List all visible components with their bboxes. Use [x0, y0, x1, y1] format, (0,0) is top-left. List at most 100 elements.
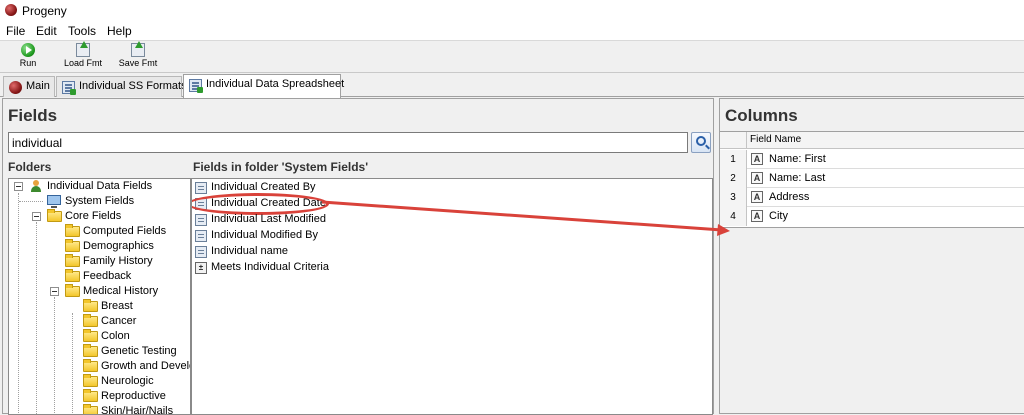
row-number: 4	[720, 207, 747, 226]
row-number: 3	[720, 188, 747, 207]
progeny-icon	[9, 81, 22, 94]
save-fmt-button[interactable]: Save Fmt	[114, 41, 162, 72]
column-field-name: Address	[769, 191, 810, 203]
field-icon	[195, 246, 207, 258]
column-field-name: Name: Last	[769, 172, 826, 184]
window-title: Progeny	[22, 4, 67, 18]
column-header-field-name[interactable]: Field Name	[750, 134, 801, 145]
table-row[interactable]: 3 A Address	[720, 188, 1024, 207]
menu-tools[interactable]: Tools	[68, 24, 96, 38]
menu-file[interactable]: File	[6, 24, 25, 38]
folder-icon	[47, 209, 62, 222]
folder-label: Breast	[101, 300, 133, 312]
text-type-icon: A	[751, 153, 763, 165]
folder-icon	[83, 344, 98, 357]
tree-line	[36, 222, 37, 414]
columns-grid[interactable]: Field Name 1 A Name: First 2 A Name: Las…	[720, 131, 1024, 228]
fields-panel: Fields Folders Fields in folder 'System …	[2, 98, 714, 415]
folders-label: Folders	[8, 160, 52, 174]
folder-icon	[83, 374, 98, 387]
table-row[interactable]: 1 A Name: First	[720, 150, 1024, 169]
collapse-toggle[interactable]	[50, 287, 59, 296]
folder-tree[interactable]: Individual Data Fields System Fields Cor…	[8, 178, 191, 415]
folder-icon	[83, 329, 98, 342]
folder-icon	[83, 299, 98, 312]
columns-panel: Columns Field Name 1 A Name: First 2 A N…	[719, 98, 1024, 414]
row-number: 1	[720, 150, 747, 169]
row-number: 2	[720, 169, 747, 188]
toolbar: Run Load Fmt Save Fmt	[0, 40, 1024, 73]
field-label: Individual name	[211, 245, 289, 257]
text-type-icon: A	[751, 172, 763, 184]
columns-title: Columns	[725, 106, 798, 125]
folder-label: Individual Data Fields	[47, 180, 153, 192]
field-label: Individual Modified By	[211, 229, 319, 241]
tab-bar: Main Individual SS Formats Individual Da…	[0, 73, 1024, 98]
tab-individual-data-spreadsheet[interactable]: Individual Data Spreadsheet	[183, 74, 345, 98]
field-search-input[interactable]	[8, 132, 688, 153]
text-type-icon: A	[751, 191, 763, 203]
folder-icon	[65, 224, 80, 237]
folder-icon	[83, 359, 98, 372]
search-icon	[696, 136, 706, 146]
spreadsheet-icon	[189, 79, 203, 93]
folder-label: Growth and Develop	[101, 360, 190, 372]
folder-label: Genetic Testing	[101, 345, 177, 357]
folder-label: Family History	[83, 255, 153, 267]
folder-icon	[65, 254, 80, 267]
run-button[interactable]: Run	[12, 43, 44, 72]
folder-label: Reproductive	[101, 390, 166, 402]
text-type-icon: A	[751, 210, 763, 222]
criteria-icon: ±	[195, 262, 207, 274]
save-fmt-label: Save Fmt	[118, 58, 158, 68]
folder-icon	[83, 389, 98, 402]
tree-line	[54, 297, 55, 414]
search-button[interactable]	[691, 132, 711, 153]
collapse-toggle[interactable]	[14, 182, 23, 191]
menu-help[interactable]: Help	[107, 24, 132, 38]
fields-title: Fields	[8, 106, 58, 125]
folder-label: Feedback	[83, 270, 132, 282]
field-icon	[195, 214, 207, 226]
save-format-icon	[131, 41, 145, 57]
folder-icon	[83, 314, 98, 327]
column-field-name: Name: First	[769, 153, 826, 165]
field-list[interactable]: Individual Created By Individual Created…	[191, 178, 713, 415]
table-row[interactable]: 4 A City	[720, 207, 1024, 226]
tree-line	[19, 201, 43, 202]
title-bar: Progeny	[0, 0, 1024, 22]
tab-main[interactable]: Main	[3, 76, 55, 97]
folder-icon	[65, 269, 80, 282]
run-icon	[21, 43, 35, 57]
fields-list-label: Fields in folder 'System Fields'	[193, 160, 369, 174]
load-format-icon	[76, 41, 90, 57]
field-icon	[195, 182, 207, 194]
collapse-toggle[interactable]	[32, 212, 41, 221]
folder-label: Neurologic	[101, 375, 154, 387]
tab-main-label: Main	[26, 80, 50, 92]
tree-line	[72, 313, 73, 414]
folder-label: Demographics	[83, 240, 154, 252]
progeny-app-icon	[5, 4, 17, 16]
folder-label: Colon	[101, 330, 130, 342]
spreadsheet-icon	[62, 81, 76, 95]
folder-icon	[65, 284, 80, 297]
folder-label: Cancer	[101, 315, 137, 327]
table-row[interactable]: 2 A Name: Last	[720, 169, 1024, 188]
field-label: Meets Individual Criteria	[211, 261, 329, 273]
folder-icon	[65, 239, 80, 252]
tab-individual-ss-formats[interactable]: Individual SS Formats	[56, 76, 187, 97]
folder-label: Computed Fields	[83, 225, 167, 237]
folder-label: Medical History	[83, 285, 159, 297]
column-field-name: City	[769, 210, 788, 222]
run-label: Run	[19, 58, 37, 68]
menu-edit[interactable]: Edit	[36, 24, 57, 38]
menu-bar: File Edit Tools Help	[0, 22, 1024, 40]
tab-spreadsheet-label: Individual Data Spreadsheet	[206, 78, 345, 90]
person-icon	[30, 180, 42, 193]
grid-corner	[720, 132, 747, 149]
monitor-icon	[47, 195, 61, 208]
field-label: Individual Created By	[211, 181, 316, 193]
load-fmt-label: Load Fmt	[63, 58, 103, 68]
load-fmt-button[interactable]: Load Fmt	[60, 41, 106, 72]
